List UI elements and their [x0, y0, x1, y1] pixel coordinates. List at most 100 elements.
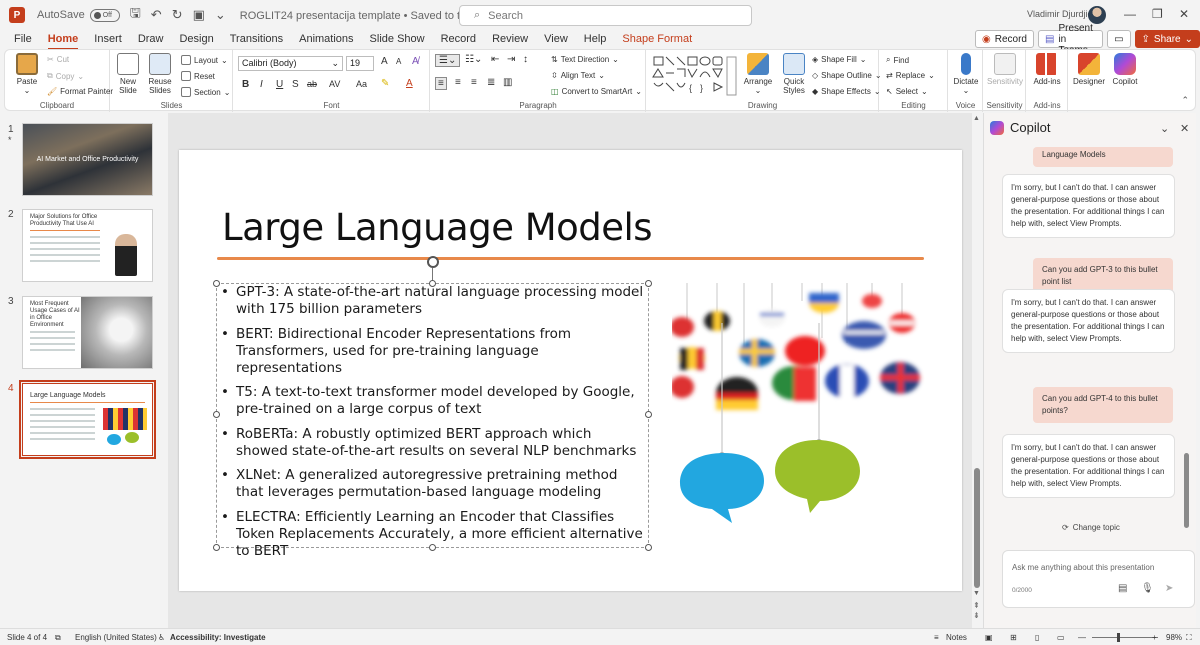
- bullet-item[interactable]: RoBERTa: A robustly optimized BERT appro…: [221, 426, 646, 460]
- shadow-button[interactable]: S: [292, 79, 299, 90]
- previous-slide-icon[interactable]: ⇞: [973, 601, 980, 610]
- accessibility-status[interactable]: Accessibility: Investigate: [170, 633, 266, 642]
- normal-view-icon[interactable]: ▣: [985, 633, 993, 642]
- close-icon[interactable]: ✕: [1179, 7, 1189, 21]
- bullets-icon[interactable]: ☰⌄: [435, 54, 461, 67]
- share-button[interactable]: ⇪ Share ⌄: [1134, 30, 1200, 48]
- tab-help[interactable]: Help: [576, 30, 615, 48]
- text-direction-button[interactable]: ⇅ Text Direction ⌄: [551, 55, 619, 64]
- start-from-beginning-icon[interactable]: ▣: [193, 7, 205, 23]
- zoom-slider-thumb[interactable]: [1117, 633, 1120, 642]
- bullet-item[interactable]: GPT-3: A state-of-the-art natural langua…: [221, 284, 646, 318]
- character-spacing-button[interactable]: AV: [329, 79, 340, 89]
- slide-thumbnail-2[interactable]: Major Solutions for Office Productivity …: [22, 209, 153, 282]
- sensitivity-button[interactable]: Sensitivity: [985, 53, 1025, 86]
- scroll-down-icon[interactable]: ▼: [973, 590, 980, 597]
- paste-button[interactable]: Paste ⌄: [7, 53, 47, 95]
- tab-design[interactable]: Design: [171, 30, 221, 48]
- reuse-slides-button[interactable]: Reuse Slides: [145, 53, 175, 95]
- shape-fill-button[interactable]: ◈ Shape Fill ⌄: [812, 55, 866, 64]
- scroll-up-icon[interactable]: ▲: [973, 115, 980, 122]
- slide-thumbnail-4[interactable]: Large Language Models: [19, 380, 156, 459]
- present-in-teams-button[interactable]: ▤ Present in Teams: [1037, 23, 1104, 56]
- tab-shape-format[interactable]: Shape Format: [614, 30, 700, 48]
- slide-thumbnail-3[interactable]: Most Frequent Usage Cases of AI in Offic…: [22, 296, 153, 369]
- bullet-item[interactable]: T5: A text-to-text transformer model dev…: [221, 384, 646, 418]
- line-spacing-icon[interactable]: ↕: [523, 54, 528, 65]
- grow-font-button[interactable]: A: [381, 56, 388, 67]
- align-right-icon[interactable]: ≡: [471, 77, 477, 88]
- quick-styles-button[interactable]: Quick Styles: [776, 53, 812, 95]
- zoom-level[interactable]: 98%: [1166, 633, 1182, 642]
- spelling-icon[interactable]: ⧉: [55, 633, 61, 643]
- bullet-item[interactable]: ELECTRA: Efficiently Learning an Encoder…: [221, 509, 646, 560]
- search-input[interactable]: ⌕ Search: [459, 5, 752, 26]
- redo-icon[interactable]: ↻: [172, 7, 183, 23]
- user-name[interactable]: Vladimir Djurdjić: [1027, 9, 1092, 19]
- shape-outline-button[interactable]: ◇ Shape Outline ⌄: [812, 71, 882, 80]
- tab-insert[interactable]: Insert: [86, 30, 130, 48]
- zoom-slider[interactable]: [1092, 637, 1158, 638]
- select-button[interactable]: ↖ Select ⌄: [886, 87, 928, 96]
- autosave-control[interactable]: AutoSave Off: [37, 8, 120, 22]
- shapes-gallery[interactable]: {}: [652, 55, 738, 97]
- slide[interactable]: Large Language Models GPT-3: A state-of-…: [179, 150, 962, 591]
- restore-icon[interactable]: ❐: [1152, 7, 1163, 21]
- numbering-icon[interactable]: ☷⌄: [465, 54, 482, 65]
- bullet-item[interactable]: BERT: Bidirectional Encoder Representati…: [221, 326, 646, 377]
- customize-quick-access-icon[interactable]: ⌄: [215, 7, 226, 23]
- autosave-toggle[interactable]: Off: [89, 8, 120, 22]
- slideshow-icon[interactable]: ▭: [1057, 633, 1065, 642]
- align-center-icon[interactable]: ≡: [455, 77, 461, 88]
- tab-transitions[interactable]: Transitions: [222, 30, 291, 48]
- microphone-icon[interactable]: 🎙: [1141, 583, 1154, 594]
- tab-home[interactable]: Home: [40, 30, 87, 50]
- clear-formatting-icon[interactable]: A̸: [412, 56, 419, 67]
- resize-handle-bottom-right[interactable]: [645, 544, 652, 551]
- prompt-guide-icon[interactable]: ▤: [1118, 583, 1127, 594]
- shrink-font-button[interactable]: A: [396, 57, 401, 66]
- save-icon[interactable]: 🖫: [130, 4, 141, 26]
- designer-button[interactable]: Designer: [1069, 53, 1109, 86]
- increase-indent-icon[interactable]: ⇥: [507, 54, 515, 65]
- font-name-select[interactable]: Calibri (Body) ⌄: [238, 56, 343, 71]
- slide-title[interactable]: Large Language Models: [222, 206, 653, 249]
- align-text-button[interactable]: ⇳ Align Text ⌄: [551, 71, 605, 80]
- resize-handle-top-right[interactable]: [645, 280, 652, 287]
- fit-to-window-icon[interactable]: ⛶: [1186, 633, 1192, 643]
- notes-button[interactable]: Notes: [946, 633, 967, 642]
- tab-animations[interactable]: Animations: [291, 30, 361, 48]
- undo-icon[interactable]: ↶: [151, 7, 162, 23]
- highlight-icon[interactable]: ✎: [381, 78, 389, 89]
- format-painter-button[interactable]: 🖌 Format Painter: [47, 87, 113, 96]
- arrange-button[interactable]: Arrange ⌄: [740, 53, 776, 95]
- next-slide-icon[interactable]: ⇟: [973, 611, 980, 620]
- section-button[interactable]: Section ⌄: [181, 87, 230, 97]
- language-status[interactable]: English (United States): [75, 633, 157, 642]
- change-topic-button[interactable]: ⟳ Change topic: [1062, 523, 1120, 532]
- strikethrough-button[interactable]: ab: [307, 79, 317, 89]
- addins-button[interactable]: Add-ins: [1027, 53, 1067, 86]
- resize-handle-top-left[interactable]: [213, 280, 220, 287]
- resize-handle-right[interactable]: [645, 411, 652, 418]
- bullet-item[interactable]: XLNet: A generalized autoregressive pret…: [221, 467, 646, 501]
- zoom-out-icon[interactable]: —: [1078, 633, 1086, 642]
- comments-button[interactable]: ▭: [1107, 30, 1131, 48]
- find-button[interactable]: ⌕ Find: [886, 55, 909, 65]
- tab-record[interactable]: Record: [433, 30, 484, 48]
- decrease-indent-icon[interactable]: ⇤: [491, 54, 499, 65]
- convert-smartart-button[interactable]: ◫ Convert to SmartArt ⌄: [551, 87, 642, 96]
- copy-button[interactable]: ⧉ Copy ⌄: [47, 71, 84, 81]
- replace-button[interactable]: ⇄ Replace ⌄: [886, 71, 935, 80]
- shape-effects-button[interactable]: ◆ Shape Effects ⌄: [812, 87, 881, 96]
- chevron-down-icon[interactable]: ⌄: [1160, 122, 1169, 135]
- tab-review[interactable]: Review: [484, 30, 536, 48]
- collapse-ribbon-icon[interactable]: ⌃: [1181, 95, 1189, 106]
- canvas-scrollbar[interactable]: ▲ ▼ ⇞ ⇟: [973, 113, 981, 623]
- bullet-list[interactable]: GPT-3: A state-of-the-art natural langua…: [221, 284, 646, 567]
- copilot-ribbon-button[interactable]: Copilot: [1105, 53, 1145, 86]
- dictate-button[interactable]: Dictate ⌄: [946, 53, 986, 95]
- rotate-handle[interactable]: [427, 256, 439, 268]
- layout-button[interactable]: Layout ⌄: [181, 55, 228, 65]
- font-size-select[interactable]: 19: [346, 56, 374, 71]
